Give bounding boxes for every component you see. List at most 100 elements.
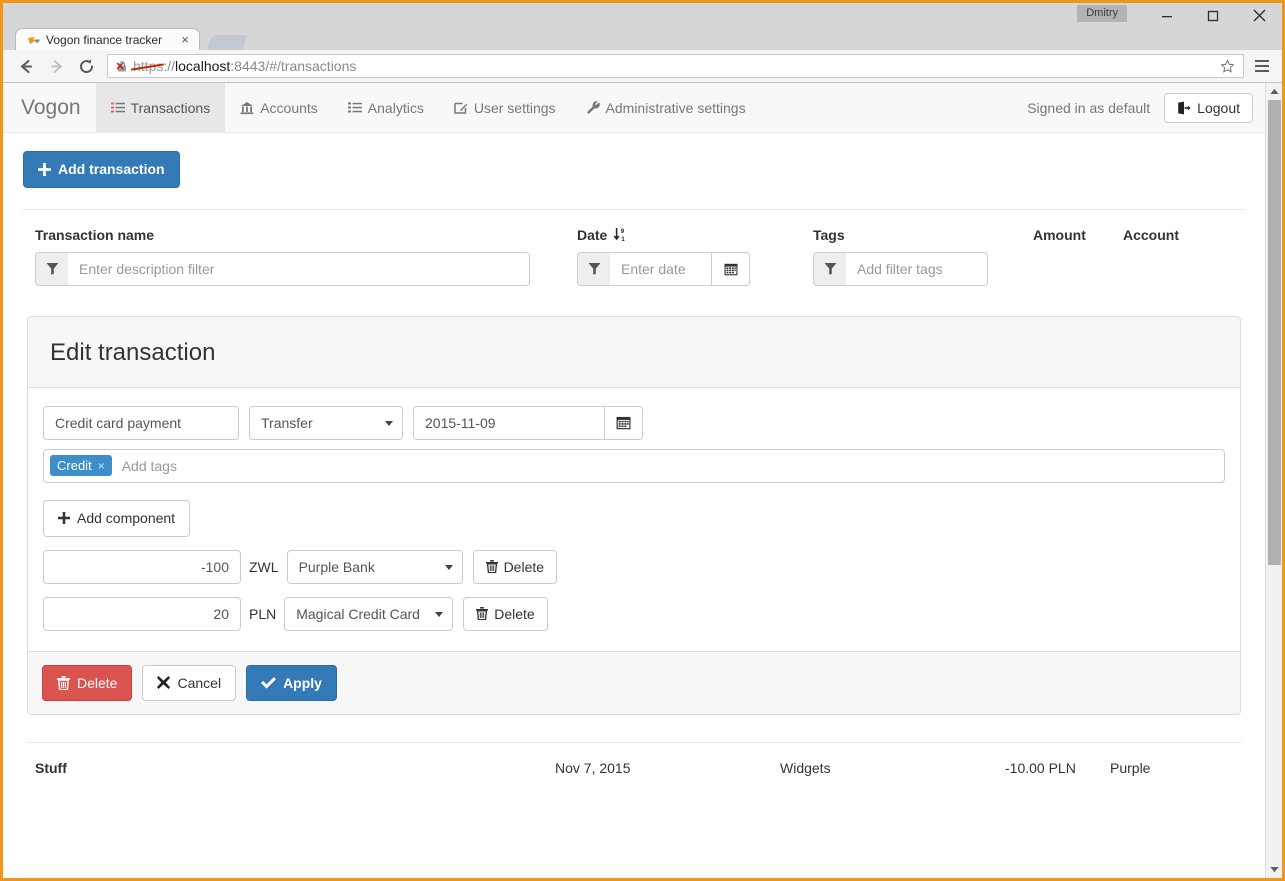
component-account-value: Magical Credit Card <box>296 606 420 622</box>
add-component-label: Add component <box>77 510 175 527</box>
profile-chip[interactable]: Dmitry <box>1077 5 1127 22</box>
logout-icon <box>1177 101 1191 115</box>
bookmark-star-icon[interactable] <box>1217 59 1237 74</box>
transaction-tags-input[interactable] <box>120 457 1218 475</box>
forward-button[interactable] <box>41 52 71 80</box>
bar-chart-icon <box>348 101 362 115</box>
component-amount-input[interactable] <box>43 550 241 584</box>
app-nav-items: Transactions Accounts <box>96 83 761 132</box>
filter-funnel-icon[interactable] <box>577 252 610 286</box>
component-delete-button[interactable]: Delete <box>473 550 557 584</box>
nav-item-analytics[interactable]: Analytics <box>333 83 439 132</box>
component-account-select[interactable]: Magical Credit Card <box>284 597 453 631</box>
edit-square-icon <box>454 101 468 115</box>
transaction-account: Purple <box>1110 760 1233 776</box>
nav-item-accounts[interactable]: Accounts <box>225 83 333 132</box>
add-component-button[interactable]: Add component <box>43 500 190 537</box>
browser-tab-title: Vogon finance tracker <box>46 33 177 47</box>
x-mark-icon <box>157 676 170 689</box>
tag-remove-icon[interactable]: × <box>98 460 105 472</box>
scrollbar-thumb[interactable] <box>1268 100 1281 565</box>
window-maximize-button[interactable] <box>1190 3 1236 28</box>
window-titlebar: Dmitry <box>3 3 1282 28</box>
reload-icon <box>77 57 96 76</box>
url-path: :8443/#/transactions <box>230 58 356 74</box>
add-transaction-button[interactable]: Add transaction <box>23 151 180 188</box>
add-transaction-label: Add transaction <box>58 161 165 178</box>
address-bar[interactable]: https://localhost:8443/#/transactions <box>107 54 1244 78</box>
insecure-lock-icon[interactable] <box>114 58 130 74</box>
transaction-date-picker-button[interactable] <box>605 406 643 440</box>
bank-icon <box>240 101 254 115</box>
transaction-tags-field[interactable]: Credit × <box>43 449 1225 483</box>
nav-item-transactions[interactable]: Transactions <box>96 83 226 132</box>
apply-button[interactable]: Apply <box>246 665 337 702</box>
column-header-account: Account <box>1123 227 1223 243</box>
svg-text:9: 9 <box>621 228 625 235</box>
url-scheme: https <box>133 58 163 74</box>
url-separator: :// <box>163 58 175 74</box>
browser-menu-icon[interactable] <box>1250 54 1274 78</box>
tab-close-icon[interactable]: × <box>177 32 193 48</box>
page-scrollbar[interactable] <box>1265 83 1282 878</box>
svg-text:1: 1 <box>622 236 626 242</box>
window-close-button[interactable] <box>1236 3 1282 28</box>
chevron-down-icon <box>445 565 453 570</box>
scroll-up-arrow-icon[interactable] <box>1266 83 1282 100</box>
trash-icon <box>476 607 488 620</box>
apply-label: Apply <box>283 675 322 692</box>
component-account-select[interactable]: Purple Bank <box>287 550 463 584</box>
component-delete-button[interactable]: Delete <box>463 597 547 631</box>
nav-item-administrative-settings[interactable]: Administrative settings <box>571 83 761 132</box>
sort-numeric-desc-icon[interactable]: 9 1 <box>613 227 627 242</box>
reload-button[interactable] <box>71 52 101 80</box>
browser-window: Dmitry Vogon finance tracker × <box>0 0 1285 881</box>
transaction-type-select[interactable]: Transfer <box>249 406 403 440</box>
column-header-label: Transaction name <box>35 227 154 243</box>
page-content: Add transaction Transaction name <box>3 133 1265 782</box>
funnel-icon <box>824 262 837 275</box>
edit-transaction-panel-wrapper: Edit transaction Transfer <box>23 308 1245 716</box>
transaction-date-input[interactable] <box>413 406 605 440</box>
window-minimize-button[interactable] <box>1144 3 1190 28</box>
date-filter-group <box>577 252 789 286</box>
filter-funnel-icon[interactable] <box>813 252 846 286</box>
date-filter-calendar-button[interactable] <box>712 252 750 286</box>
navbar-right: Signed in as default Logout <box>1027 83 1260 132</box>
nav-item-user-settings[interactable]: User settings <box>439 83 571 132</box>
tag-pill-credit[interactable]: Credit × <box>50 455 112 476</box>
tags-filter-input[interactable] <box>846 252 988 286</box>
new-tab-button[interactable] <box>207 35 247 50</box>
date-filter-input[interactable] <box>610 252 712 286</box>
transaction-date-group <box>413 406 643 440</box>
plus-icon <box>58 512 70 524</box>
table-row[interactable]: Stuff Nov 7, 2015 Widgets -10.00 PLN Pur… <box>35 760 1233 776</box>
vogon-favicon-icon <box>26 32 41 47</box>
logout-button[interactable]: Logout <box>1164 93 1253 123</box>
transaction-description-input[interactable] <box>43 406 239 440</box>
calendar-icon <box>724 262 738 276</box>
app-brand[interactable]: Vogon <box>3 83 96 132</box>
browser-toolbar: https://localhost:8443/#/transactions <box>3 50 1282 83</box>
transaction-list: Stuff Nov 7, 2015 Widgets -10.00 PLN Pur… <box>27 742 1241 782</box>
cancel-button[interactable]: Cancel <box>142 665 236 702</box>
browser-tab[interactable]: Vogon finance tracker × <box>15 28 200 50</box>
component-row: ZWL Purple Bank <box>43 550 1225 584</box>
column-header-date: Date 9 1 <box>577 227 789 243</box>
filter-funnel-icon[interactable] <box>35 252 68 286</box>
column-header-transaction-name: Transaction name <box>35 227 545 243</box>
filter-column-date: Date 9 1 <box>577 227 789 286</box>
delete-transaction-button[interactable]: Delete <box>42 665 132 702</box>
nav-item-label: Accounts <box>260 100 318 116</box>
transaction-name-filter-input[interactable] <box>68 252 530 286</box>
panel-title: Edit transaction <box>50 339 1218 367</box>
component-amount-input[interactable] <box>43 597 241 631</box>
back-button[interactable] <box>11 52 41 80</box>
filter-column-name: Transaction name <box>35 227 545 286</box>
list-icon <box>111 101 125 115</box>
add-transaction-row: Add transaction <box>23 133 1245 209</box>
scroll-down-arrow-icon[interactable] <box>1266 861 1282 878</box>
wrench-icon <box>586 101 600 115</box>
filter-column-amount: Amount <box>1033 227 1123 252</box>
transaction-type-value: Transfer <box>261 415 313 431</box>
